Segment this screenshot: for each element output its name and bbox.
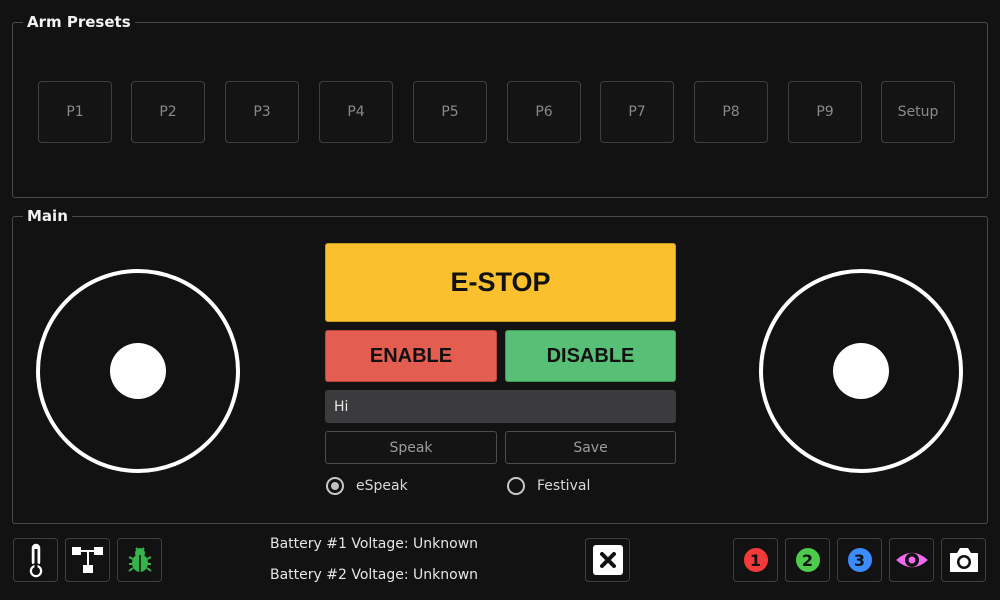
- save-button[interactable]: Save: [505, 431, 676, 464]
- left-joystick-knob[interactable]: [110, 343, 166, 399]
- espeak-radio-option[interactable]: eSpeak: [326, 477, 408, 495]
- speak-button[interactable]: Speak: [325, 431, 497, 464]
- camera-3-icon: 3: [845, 546, 874, 574]
- snapshot-button[interactable]: [941, 538, 986, 582]
- camera-1-button[interactable]: 1: [733, 538, 778, 582]
- preset-p1-button[interactable]: P1: [38, 81, 112, 143]
- close-icon: [592, 545, 623, 575]
- camera-icon: [949, 548, 978, 572]
- network-tree-icon: [71, 547, 103, 573]
- preset-p5-button[interactable]: P5: [413, 81, 487, 143]
- camera-1-icon: 1: [741, 546, 770, 574]
- close-button[interactable]: [585, 538, 630, 582]
- battery-1-status: Battery #1 Voltage: Unknown: [270, 536, 479, 552]
- arm-presets-title: Arm Presets: [23, 13, 135, 31]
- battery-2-status: Battery #2 Voltage: Unknown: [270, 567, 479, 583]
- main-title: Main: [23, 207, 72, 225]
- espeak-radio[interactable]: [326, 477, 344, 495]
- thermometer-icon: [27, 542, 44, 579]
- left-joystick[interactable]: [36, 269, 240, 473]
- preset-p2-button[interactable]: P2: [131, 81, 205, 143]
- festival-radio[interactable]: [507, 477, 525, 495]
- festival-label: Festival: [537, 478, 591, 494]
- festival-radio-option[interactable]: Festival: [507, 477, 590, 495]
- network-button[interactable]: [65, 538, 110, 582]
- bug-icon: [127, 547, 152, 572]
- enable-button[interactable]: ENABLE: [325, 330, 497, 382]
- estop-button[interactable]: E-STOP: [325, 243, 676, 322]
- disable-button[interactable]: DISABLE: [505, 330, 676, 382]
- preset-p3-button[interactable]: P3: [225, 81, 299, 143]
- preset-p7-button[interactable]: P7: [600, 81, 674, 143]
- right-joystick-knob[interactable]: [833, 343, 889, 399]
- espeak-label: eSpeak: [356, 478, 408, 494]
- camera-2-button[interactable]: 2: [785, 538, 830, 582]
- preset-setup-button[interactable]: Setup: [881, 81, 955, 143]
- camera-2-icon: 2: [793, 546, 822, 574]
- eye-button[interactable]: [889, 538, 934, 582]
- arm-presets-group: Arm Presets P1 P2 P3 P4 P5 P6 P7 P8 P9 S…: [12, 13, 988, 198]
- camera-3-button[interactable]: 3: [837, 538, 882, 582]
- preset-p9-button[interactable]: P9: [788, 81, 862, 143]
- speech-text-input[interactable]: [325, 390, 676, 423]
- right-joystick[interactable]: [759, 269, 963, 473]
- preset-p6-button[interactable]: P6: [507, 81, 581, 143]
- eye-icon: [893, 551, 930, 569]
- preset-p8-button[interactable]: P8: [694, 81, 768, 143]
- thermometer-button[interactable]: [13, 538, 58, 582]
- debug-button[interactable]: [117, 538, 162, 582]
- preset-p4-button[interactable]: P4: [319, 81, 393, 143]
